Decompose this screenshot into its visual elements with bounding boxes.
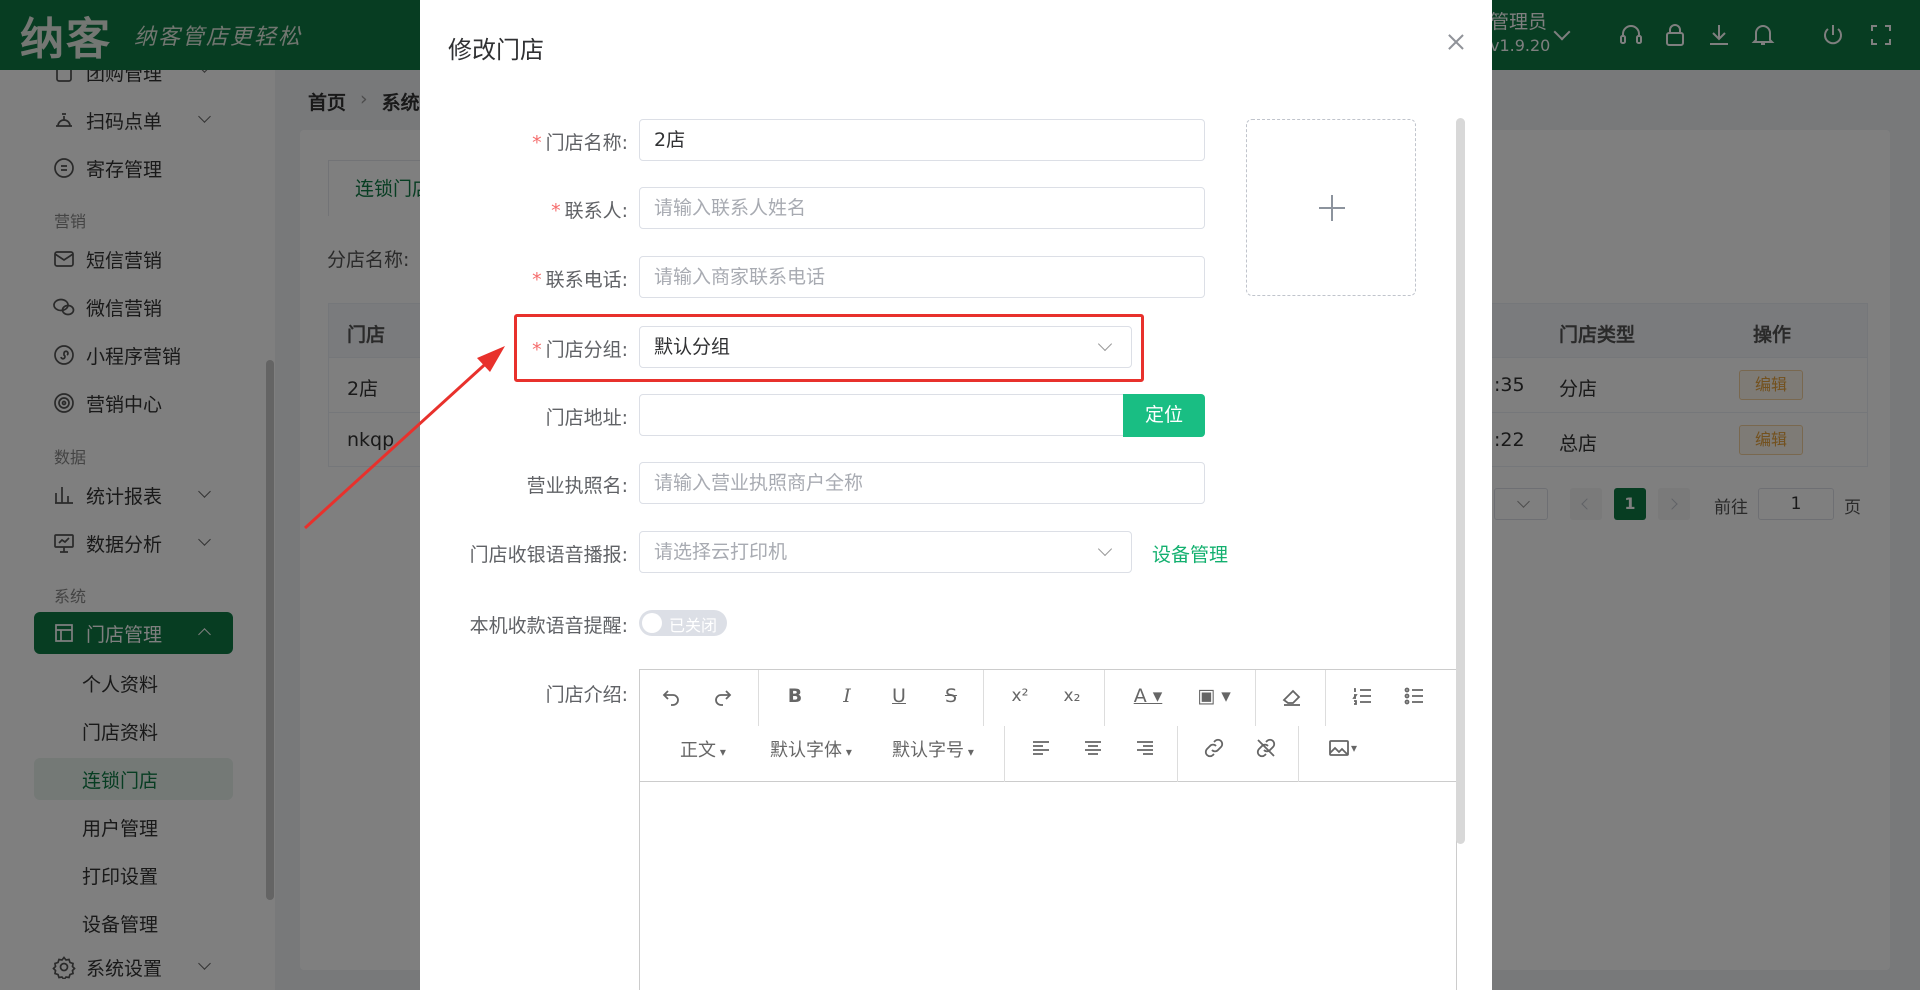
local-voice-label: 本机收款语音提醒: bbox=[469, 615, 628, 637]
link-icon[interactable] bbox=[1199, 733, 1229, 763]
font-size-dropdown[interactable]: 默认字号 bbox=[892, 736, 974, 762]
toolbar-divider bbox=[983, 670, 984, 726]
rich-text-editor: B I U S x² x₂ A ▾ ▣ ▾ 正文 默认字体 默认字号 bbox=[639, 669, 1457, 990]
strikethrough-icon[interactable]: S bbox=[936, 681, 966, 711]
chevron-down-icon bbox=[1097, 541, 1113, 557]
bullet-list-icon[interactable] bbox=[1399, 681, 1429, 711]
phone-input[interactable]: 请输入商家联系电话 bbox=[639, 256, 1205, 298]
paragraph-dropdown[interactable]: 正文 bbox=[680, 736, 726, 762]
local-voice-label-wrap: 本机收款语音提醒: bbox=[420, 602, 628, 644]
subscript-icon[interactable]: x₂ bbox=[1057, 681, 1087, 711]
address-label: 门店地址: bbox=[545, 407, 628, 429]
close-icon[interactable] bbox=[1444, 30, 1468, 54]
address-input[interactable] bbox=[639, 394, 1125, 436]
highlight-box bbox=[514, 314, 1144, 382]
toolbar-divider bbox=[758, 670, 759, 726]
dialog-scrollbar[interactable] bbox=[1456, 118, 1465, 844]
ordered-list-icon[interactable] bbox=[1347, 681, 1377, 711]
image-icon[interactable]: ▾ bbox=[1320, 733, 1364, 763]
label-text: 联系人: bbox=[564, 200, 628, 222]
editor-toolbar: B I U S x² x₂ A ▾ ▣ ▾ 正文 默认字体 默认字号 bbox=[640, 670, 1456, 782]
toggle-text: 已关闭 bbox=[669, 616, 718, 635]
store-name-input[interactable]: 2店 bbox=[639, 119, 1205, 161]
bold-icon[interactable]: B bbox=[780, 681, 810, 711]
required-mark: * bbox=[551, 200, 561, 222]
undo-icon[interactable] bbox=[656, 681, 686, 711]
toolbar-divider bbox=[1004, 726, 1005, 782]
image-upload[interactable] bbox=[1246, 119, 1416, 296]
edit-store-dialog: 修改门店 * 门店名称: 2店 * 联系人: 请输入联系人姓名 * 联系电话: 请输入… bbox=[420, 0, 1492, 990]
toolbar-divider bbox=[1325, 670, 1326, 726]
align-left-icon[interactable] bbox=[1026, 733, 1056, 763]
plus-icon-v bbox=[1331, 195, 1333, 221]
cloud-printer-select[interactable]: 请选择云打印机 bbox=[639, 531, 1132, 573]
toolbar-divider bbox=[1255, 670, 1256, 726]
required-mark: * bbox=[532, 132, 542, 154]
align-right-icon[interactable] bbox=[1130, 733, 1160, 763]
cloud-printer-placeholder: 请选择云打印机 bbox=[654, 541, 788, 563]
address-label-wrap: 门店地址: bbox=[420, 394, 628, 436]
label-text: 门店名称: bbox=[545, 132, 628, 154]
eraser-icon[interactable] bbox=[1277, 681, 1307, 711]
superscript-icon[interactable]: x² bbox=[1005, 681, 1035, 711]
dialog-title: 修改门店 bbox=[448, 36, 544, 64]
font-family-dropdown[interactable]: 默认字体 bbox=[770, 736, 852, 762]
italic-icon[interactable]: I bbox=[832, 681, 862, 711]
voice-label-wrap: 门店收银语音播报: bbox=[420, 531, 628, 573]
voice-label: 门店收银语音播报: bbox=[469, 544, 628, 566]
toolbar-divider bbox=[1104, 670, 1105, 726]
store-name-label-wrap: * 门店名称: bbox=[420, 119, 628, 161]
label-text: 联系电话: bbox=[545, 269, 628, 291]
license-label-wrap: 营业执照名: bbox=[420, 462, 628, 504]
required-mark: * bbox=[532, 269, 542, 291]
redo-icon[interactable] bbox=[708, 681, 738, 711]
license-label: 营业执照名: bbox=[526, 475, 628, 497]
contact-input[interactable]: 请输入联系人姓名 bbox=[639, 187, 1205, 229]
phone-label-wrap: * 联系电话: bbox=[420, 256, 628, 298]
phone-label: * 联系电话: bbox=[532, 265, 628, 292]
locate-button[interactable]: 定位 bbox=[1123, 394, 1205, 437]
unlink-icon[interactable] bbox=[1251, 733, 1281, 763]
license-input[interactable]: 请输入营业执照商户全称 bbox=[639, 462, 1205, 504]
editor-content-area[interactable] bbox=[640, 782, 1456, 990]
intro-label: 门店介绍: bbox=[545, 684, 628, 706]
device-management-link[interactable]: 设备管理 bbox=[1152, 540, 1228, 567]
toggle-knob bbox=[642, 613, 662, 633]
contact-label: * 联系人: bbox=[551, 196, 628, 223]
store-name-label: * 门店名称: bbox=[532, 128, 628, 155]
toolbar-divider bbox=[1177, 726, 1178, 782]
contact-label-wrap: * 联系人: bbox=[420, 187, 628, 229]
background-color-icon[interactable]: ▣ ▾ bbox=[1192, 681, 1236, 711]
underline-icon[interactable]: U bbox=[884, 681, 914, 711]
toolbar-divider bbox=[1298, 726, 1299, 782]
voice-toggle[interactable]: 已关闭 bbox=[639, 610, 727, 636]
intro-label-wrap: 门店介绍: bbox=[420, 671, 628, 713]
align-center-icon[interactable] bbox=[1078, 733, 1108, 763]
font-color-icon[interactable]: A ▾ bbox=[1126, 681, 1170, 711]
